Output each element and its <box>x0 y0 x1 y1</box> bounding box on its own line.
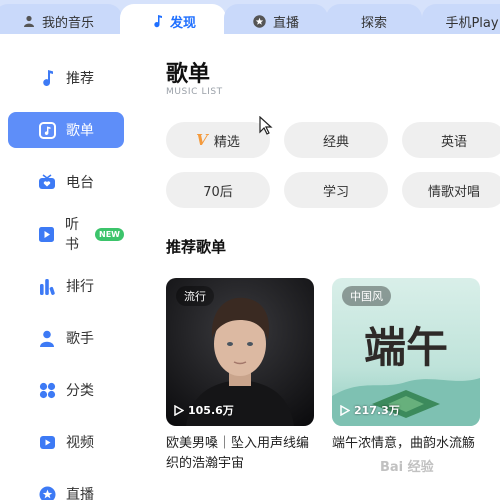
filter-pill-label: 情歌对唱 <box>427 184 480 200</box>
sidebar-item-ranking[interactable]: 排行 <box>8 268 124 304</box>
sidebar-item-singer[interactable]: 歌手 <box>8 320 124 356</box>
video-icon <box>38 433 56 451</box>
tab-discover[interactable]: 发现 <box>120 4 226 34</box>
sidebar-item-label: 视频 <box>66 435 94 451</box>
play-count-value: 105.6万 <box>188 404 234 417</box>
sidebar-item-category[interactable]: 分类 <box>8 372 124 408</box>
filter-pill-label: 学习 <box>322 184 349 200</box>
sidebar-item-label: 歌手 <box>66 331 94 347</box>
tab-my-music[interactable]: 我的音乐 <box>0 4 122 34</box>
sidebar-item-audiobook[interactable]: 听书 NEW <box>8 216 124 253</box>
tab-mobile-play[interactable]: 手机Play <box>422 4 500 34</box>
filter-pill-english[interactable]: 英语 <box>402 122 500 158</box>
top-tab-bar: 我的音乐 发现 直播 探索 手机Play <box>0 0 500 34</box>
new-badge: NEW <box>95 227 124 241</box>
filter-pill-classic[interactable]: 经典 <box>284 122 388 158</box>
radio-icon <box>38 173 56 191</box>
chart-bars-icon <box>38 277 56 295</box>
star-icon <box>253 14 267 28</box>
sidebar-item-label: 听书 <box>65 217 79 253</box>
playlist-card[interactable]: 端午 中国风 217.3万 <box>332 278 480 426</box>
category-icon <box>38 381 56 399</box>
sidebar-item-label: 电台 <box>66 175 94 191</box>
sidebar-item-recommend[interactable]: 推荐 <box>8 60 124 96</box>
sidebar-item-label: 推荐 <box>66 71 94 87</box>
page-subtitle: MUSIC LIST <box>166 87 223 97</box>
tab-label: 直播 <box>272 15 299 31</box>
filter-pill-label: 70后 <box>203 184 233 200</box>
sidebar: 推荐 歌单 电台 听书 NEW 排行 歌手 分类 视频 直播 <box>0 34 140 500</box>
play-icon <box>174 404 184 416</box>
page-title: 歌单 <box>166 62 211 87</box>
sidebar-item-label: 直播 <box>66 487 94 500</box>
playlist-card[interactable]: 流行 105.6万 <box>166 278 314 426</box>
v-badge-icon: V <box>196 131 208 149</box>
playlist-icon <box>38 121 56 139</box>
filter-pill-duet[interactable]: 情歌对唱 <box>402 172 500 208</box>
sidebar-item-label: 排行 <box>66 279 94 295</box>
filter-pill-featured[interactable]: V 精选 <box>166 122 270 158</box>
play-icon <box>340 404 350 416</box>
filter-pill-label: 精选 <box>213 134 240 150</box>
filter-pill-label: 经典 <box>322 134 349 150</box>
tab-live[interactable]: 直播 <box>224 4 328 34</box>
music-note-icon <box>38 69 56 87</box>
sidebar-item-live[interactable]: 直播 <box>8 476 124 500</box>
live-icon <box>38 485 56 500</box>
tab-explore[interactable]: 探索 <box>326 4 422 34</box>
section-title: 推荐歌单 <box>166 238 227 256</box>
filter-pill-study[interactable]: 学习 <box>284 172 388 208</box>
tab-label: 探索 <box>360 15 387 31</box>
mouse-cursor-icon <box>259 116 273 135</box>
play-count: 105.6万 <box>174 402 234 418</box>
audiobook-icon <box>38 225 55 243</box>
genre-tag: 流行 <box>176 286 214 306</box>
sidebar-item-label: 歌单 <box>66 123 94 139</box>
play-count-value: 217.3万 <box>354 404 400 417</box>
sidebar-item-playlist[interactable]: 歌单 <box>8 112 124 148</box>
sidebar-item-label: 分类 <box>66 383 94 399</box>
play-count: 217.3万 <box>340 402 400 418</box>
genre-tag: 中国风 <box>342 286 391 306</box>
user-icon <box>22 14 36 28</box>
sidebar-item-radio[interactable]: 电台 <box>8 164 124 200</box>
sidebar-item-video[interactable]: 视频 <box>8 424 124 460</box>
singer-icon <box>38 329 56 347</box>
watermark: Bai 经验 <box>380 460 434 475</box>
filter-pill-label: 英语 <box>440 134 467 150</box>
music-note-icon <box>150 14 164 28</box>
tab-label: 发现 <box>169 15 196 31</box>
cover-art-text: 端午 <box>364 323 448 372</box>
tab-label: 手机Play <box>445 15 499 31</box>
filter-pill-70s[interactable]: 70后 <box>166 172 270 208</box>
tab-label: 我的音乐 <box>41 15 94 31</box>
playlist-card-title[interactable]: 端午浓情意，曲韵水流觞 <box>332 434 482 454</box>
playlist-card-title[interactable]: 欧美男嗓｜坠入用声线编织的浩瀚宇宙 <box>166 434 316 474</box>
